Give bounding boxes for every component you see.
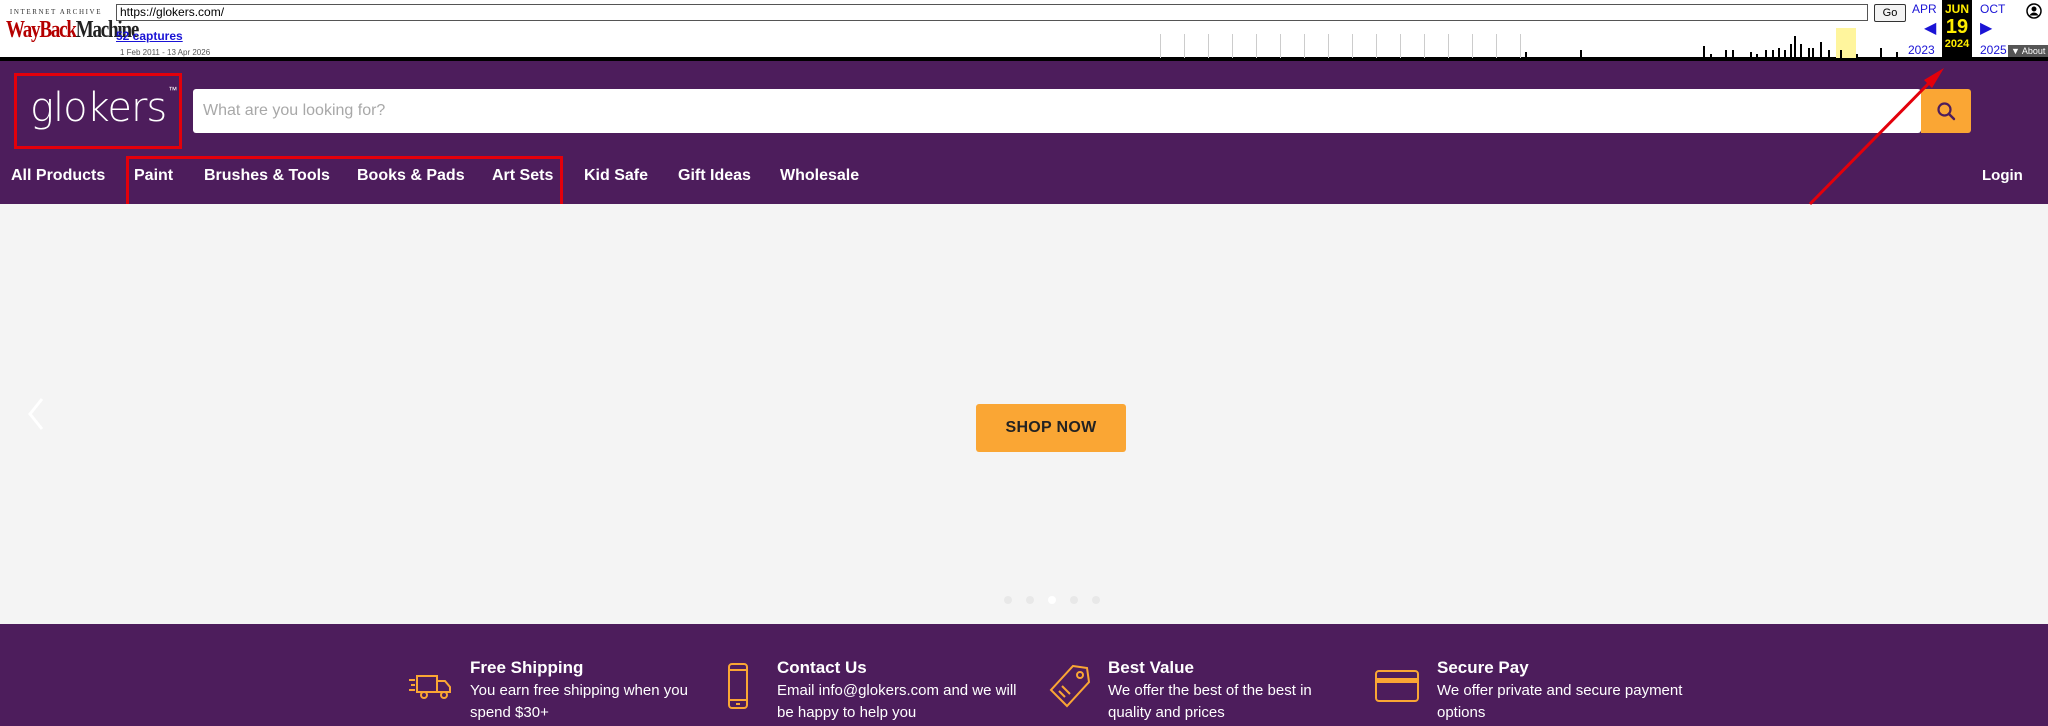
truck-icon <box>409 675 451 699</box>
wayback-logo[interactable]: INTERNET ARCHIVE WayBackMachine <box>6 8 139 48</box>
carousel-dot-active[interactable] <box>1048 596 1056 604</box>
wayback-about-button[interactable]: ▼ About <box>2008 45 2048 57</box>
site-header: glokers™ All Products Paint Brushes & To… <box>0 61 2048 207</box>
user-account-icon[interactable] <box>2026 3 2042 24</box>
feature-text: We offer the best of the best in quality… <box>1108 682 1312 721</box>
card-icon <box>1375 670 1419 702</box>
sparkline-bar <box>1756 54 1758 58</box>
sparkline-bar <box>1725 50 1727 58</box>
sparkline-bar <box>1794 36 1796 58</box>
wayback-logo-wordmark: WayBackMachine <box>6 17 139 44</box>
sparkline-bar <box>1772 50 1774 58</box>
sparkline-year-divider <box>1376 34 1377 58</box>
wayback-date-range: 1 Feb 2011 - 13 Apr 2026 <box>120 48 211 57</box>
sparkline-year-divider <box>1448 34 1449 58</box>
sparkline-bar <box>1880 48 1882 58</box>
nav-wholesale[interactable]: Wholesale <box>780 167 859 185</box>
sparkline-year-divider <box>1520 34 1521 58</box>
wayback-logo-top: INTERNET ARCHIVE <box>9 8 103 16</box>
sparkline-bar <box>1896 52 1898 58</box>
sparkline-bar <box>1525 52 1527 58</box>
wayback-captures-link[interactable]: 52 captures <box>116 29 183 43</box>
feature-title: Best Value <box>1108 658 1194 677</box>
sparkline-bar <box>1778 48 1780 58</box>
sparkline-year-divider <box>1208 34 1209 58</box>
wayback-cur-year: 2024 <box>1944 38 1970 50</box>
sparkline-year-divider <box>1352 34 1353 58</box>
sparkline-bar <box>1856 54 1858 58</box>
sparkline-year-divider <box>1160 34 1161 58</box>
sparkline-bar <box>1808 48 1810 58</box>
wayback-prev-month[interactable]: APR <box>1912 2 1937 16</box>
phone-icon <box>728 663 748 709</box>
hero-carousel: SHOP NOW <box>0 204 2048 624</box>
sparkline-bar <box>1840 50 1842 58</box>
sparkline-bar <box>1580 50 1582 58</box>
sparkline-year-divider <box>1304 34 1305 58</box>
carousel-prev-button[interactable] <box>26 396 46 432</box>
sparkline-bar <box>1750 52 1752 58</box>
sparkline-bar <box>1784 50 1786 58</box>
carousel-dot[interactable] <box>1026 596 1034 604</box>
sparkline-year-divider <box>1256 34 1257 58</box>
feature-title: Contact Us <box>777 658 867 677</box>
feature-text: You earn free shipping when you spend $3… <box>470 682 688 721</box>
nav-gift-ideas[interactable]: Gift Ideas <box>678 167 751 185</box>
carousel-dot[interactable] <box>1004 596 1012 604</box>
sparkline-bar <box>1800 44 1802 58</box>
sparkline-bar <box>1703 46 1705 58</box>
carousel-dot[interactable] <box>1070 596 1078 604</box>
sparkline-bar <box>1732 50 1734 58</box>
next-capture-arrow-icon[interactable]: ▶ <box>1980 18 1992 38</box>
feature-text: We offer private and secure payment opti… <box>1437 682 1683 721</box>
wayback-cur-month: JUN <box>1944 2 1969 16</box>
sparkline-bar <box>1765 50 1767 58</box>
carousel-dot[interactable] <box>1092 596 1100 604</box>
search-icon <box>1937 102 1956 121</box>
wayback-prev-year[interactable]: 2023 <box>1908 43 1935 57</box>
wayback-sparkline[interactable] <box>1160 28 1900 58</box>
search-input[interactable] <box>193 89 1921 133</box>
wayback-next-year[interactable]: 2025 <box>1980 43 2007 57</box>
nav-all-products[interactable]: All Products <box>11 167 105 185</box>
sparkline-year-divider <box>1328 34 1329 58</box>
carousel-dots <box>1004 596 1100 604</box>
prev-capture-arrow-icon[interactable]: ◀ <box>1924 18 1936 38</box>
feature-text: Email info@glokers.com and we will be ha… <box>777 682 1017 721</box>
shop-now-button[interactable]: SHOP NOW <box>976 404 1126 452</box>
nav-kid-safe[interactable]: Kid Safe <box>584 167 648 185</box>
features-strip: Free Shipping You earn free shipping whe… <box>0 624 2048 726</box>
wayback-cur-day: 19 <box>1945 16 1969 38</box>
wayback-go-button[interactable]: Go <box>1874 4 1906 22</box>
wayback-next-month[interactable]: OCT <box>1980 2 2005 16</box>
search-button[interactable] <box>1921 89 1971 133</box>
sparkline-bar <box>1812 48 1814 58</box>
sparkline-bar <box>1710 54 1712 58</box>
sparkline-year-divider <box>1400 34 1401 58</box>
wayback-url-input[interactable]: https://glokers.com/ <box>116 4 1868 21</box>
sparkline-bar <box>1820 42 1822 58</box>
login-link[interactable]: Login <box>1982 167 2023 184</box>
wayback-current-date: JUN 19 2024 <box>1942 0 1972 58</box>
sparkline-bar <box>1828 50 1830 58</box>
sparkline-year-divider <box>1232 34 1233 58</box>
search-bar <box>193 89 1921 133</box>
glokers-logo[interactable]: glokers ™ <box>30 85 177 131</box>
tag-icon <box>1049 664 1091 708</box>
sparkline-year-divider <box>1424 34 1425 58</box>
feature-title: Free Shipping <box>470 658 584 677</box>
chevron-left-icon <box>28 398 44 430</box>
wayback-toolbar: INTERNET ARCHIVE WayBackMachine https://… <box>0 0 2048 61</box>
feature-title: Secure Pay <box>1437 658 1529 677</box>
sparkline-year-divider <box>1184 34 1185 58</box>
sparkline-year-divider <box>1472 34 1473 58</box>
sparkline-bar <box>1790 44 1792 58</box>
sparkline-year-divider <box>1496 34 1497 58</box>
nav-annotation-box <box>126 156 563 207</box>
sparkline-year-divider <box>1280 34 1281 58</box>
